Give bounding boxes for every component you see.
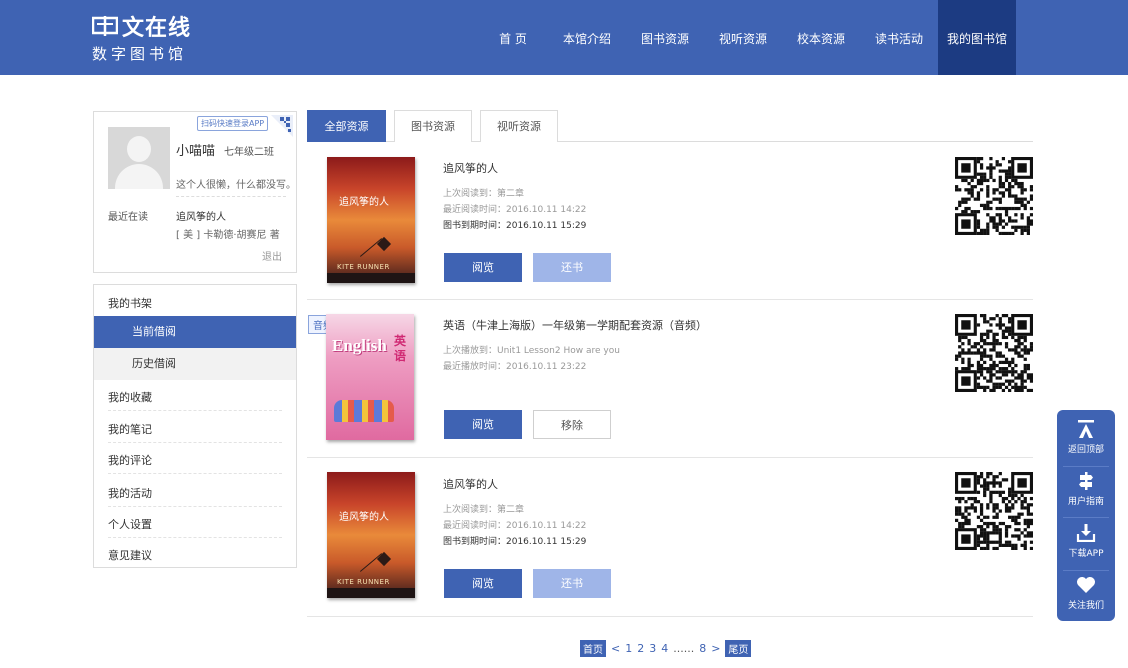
pagination: 首页 < 1 2 3 4 ...... 8 > 尾页 bbox=[580, 640, 756, 657]
toolbar-divider bbox=[1063, 570, 1109, 571]
toolbar-divider bbox=[1063, 517, 1109, 518]
profile-card: 扫码快速登录APP 小喵喵 七年级二班 这个人很懒，什么都没写。 最近在读 追风… bbox=[93, 111, 297, 273]
menu-divider bbox=[108, 473, 282, 474]
tab-av[interactable]: 视听资源 bbox=[480, 110, 558, 142]
download-icon bbox=[1076, 524, 1096, 542]
download-app-button[interactable]: 下载APP bbox=[1057, 524, 1115, 559]
return-button[interactable]: 还书 bbox=[533, 569, 611, 598]
book-logo-icon bbox=[92, 16, 118, 36]
item-due-date: 图书到期时间：2016.10.11 15:29 bbox=[443, 537, 587, 547]
recent-book-author: [ 美 ] 卡勒德·胡赛尼 著 bbox=[176, 230, 280, 241]
toolbar-divider bbox=[1063, 466, 1109, 467]
recent-reading-label: 最近在读 bbox=[108, 212, 148, 223]
site-logo[interactable]: 文在线 数字图书馆 bbox=[92, 12, 191, 64]
return-button[interactable]: 还书 bbox=[533, 253, 611, 282]
page-1[interactable]: 1 bbox=[625, 642, 632, 655]
heart-icon bbox=[1077, 577, 1095, 593]
item-progress: 上次阅读到：第二章 bbox=[443, 505, 525, 515]
nav-books[interactable]: 图书资源 bbox=[626, 0, 704, 75]
resource-tabs: 全部资源 图书资源 视听资源 bbox=[307, 110, 1033, 142]
nav-home[interactable]: 首 页 bbox=[478, 0, 548, 75]
item-progress: 上次播放到：Unit1 Lesson2 How are you bbox=[443, 346, 620, 356]
read-button[interactable]: 阅览 bbox=[444, 569, 522, 598]
page-next[interactable]: > bbox=[711, 642, 720, 655]
tab-books[interactable]: 图书资源 bbox=[394, 110, 472, 142]
user-grade: 七年级二班 bbox=[224, 147, 274, 158]
qr-code-icon bbox=[955, 314, 1033, 392]
book-cover[interactable]: 追风筝的人 KITE RUNNER bbox=[327, 157, 415, 283]
nav-my-library[interactable]: 我的图书馆 bbox=[938, 0, 1016, 75]
qr-corner-icon[interactable] bbox=[271, 115, 293, 137]
item-progress: 上次阅读到：第二章 bbox=[443, 189, 525, 199]
page-2[interactable]: 2 bbox=[637, 642, 644, 655]
menu-my-shelf[interactable]: 我的书架 bbox=[108, 295, 152, 311]
menu-divider bbox=[108, 506, 282, 507]
main-nav: 首 页 本馆介绍 图书资源 视听资源 校本资源 读书活动 我的图书馆 bbox=[478, 0, 1016, 75]
menu-divider bbox=[108, 537, 282, 538]
menu-feedback[interactable]: 意见建议 bbox=[108, 547, 152, 563]
remove-button[interactable]: 移除 bbox=[533, 410, 611, 439]
item-title[interactable]: 英语（牛津上海版）一年级第一学期配套资源（音频） bbox=[443, 317, 707, 333]
item-title[interactable]: 追风筝的人 bbox=[443, 160, 498, 176]
side-menu: 我的书架 当前借阅 历史借阅 我的收藏 我的笔记 我的评论 我的活动 个人设置 … bbox=[93, 284, 297, 568]
profile-divider bbox=[176, 196, 286, 197]
logout-link[interactable]: 退出 bbox=[262, 248, 282, 263]
back-to-top-button[interactable]: 返回顶部 bbox=[1057, 420, 1115, 455]
page-3[interactable]: 3 bbox=[649, 642, 656, 655]
item-last-read: 最近阅读时间：2016.10.11 14:22 bbox=[443, 521, 587, 531]
read-button[interactable]: 阅览 bbox=[444, 410, 522, 439]
page-last[interactable]: 尾页 bbox=[725, 640, 752, 657]
floating-toolbar: 返回顶部 用户指南 下载APP 关注我们 bbox=[1057, 410, 1115, 621]
qr-code-icon bbox=[955, 157, 1033, 235]
recent-book-title[interactable]: 追风筝的人 bbox=[176, 208, 226, 223]
user-guide-button[interactable]: 用户指南 bbox=[1057, 472, 1115, 507]
tab-all[interactable]: 全部资源 bbox=[307, 110, 386, 142]
menu-favorites[interactable]: 我的收藏 bbox=[108, 389, 152, 405]
username: 小喵喵 bbox=[176, 144, 216, 159]
menu-comments[interactable]: 我的评论 bbox=[108, 452, 152, 468]
site-header: 文在线 数字图书馆 首 页 本馆介绍 图书资源 视听资源 校本资源 读书活动 我… bbox=[0, 0, 1128, 75]
logo-subtitle: 数字图书馆 bbox=[92, 45, 188, 63]
item-divider bbox=[307, 616, 1033, 617]
menu-borrow-history[interactable]: 历史借阅 bbox=[94, 348, 296, 380]
page-first[interactable]: 首页 bbox=[580, 640, 606, 657]
book-cover[interactable]: English 英语 bbox=[326, 314, 414, 440]
user-motto: 这个人很懒，什么都没写。 bbox=[176, 180, 296, 191]
back-to-top-icon bbox=[1078, 420, 1094, 438]
follow-us-button[interactable]: 关注我们 bbox=[1057, 576, 1115, 611]
page-8[interactable]: 8 bbox=[699, 642, 706, 655]
item-title[interactable]: 追风筝的人 bbox=[443, 476, 498, 492]
menu-activities[interactable]: 我的活动 bbox=[108, 485, 152, 501]
qr-code-icon bbox=[955, 472, 1033, 550]
menu-notes[interactable]: 我的笔记 bbox=[108, 421, 152, 437]
read-button[interactable]: 阅览 bbox=[444, 253, 522, 282]
item-last-played: 最近播放时间：2016.10.11 23:22 bbox=[443, 362, 587, 372]
nav-reading[interactable]: 读书活动 bbox=[860, 0, 938, 75]
item-due-date: 图书到期时间：2016.10.11 15:29 bbox=[443, 221, 587, 231]
menu-current-borrow[interactable]: 当前借阅 bbox=[94, 316, 296, 348]
item-last-read: 最近阅读时间：2016.10.11 14:22 bbox=[443, 205, 587, 215]
book-cover[interactable]: 追风筝的人 KITE RUNNER bbox=[327, 472, 415, 598]
item-divider bbox=[307, 457, 1033, 458]
menu-divider bbox=[108, 410, 282, 411]
item-divider bbox=[307, 299, 1033, 300]
nav-about[interactable]: 本馆介绍 bbox=[548, 0, 626, 75]
signpost-icon bbox=[1079, 472, 1093, 490]
menu-divider bbox=[108, 442, 282, 443]
page-ellipsis: ...... bbox=[673, 642, 695, 655]
page-prev[interactable]: < bbox=[611, 642, 620, 655]
logo-title: 文在线 bbox=[122, 16, 192, 41]
nav-av[interactable]: 视听资源 bbox=[704, 0, 782, 75]
menu-settings[interactable]: 个人设置 bbox=[108, 516, 152, 532]
avatar[interactable] bbox=[108, 127, 170, 189]
scan-login-tag[interactable]: 扫码快速登录APP bbox=[197, 116, 269, 131]
page-4[interactable]: 4 bbox=[661, 642, 668, 655]
nav-school[interactable]: 校本资源 bbox=[782, 0, 860, 75]
